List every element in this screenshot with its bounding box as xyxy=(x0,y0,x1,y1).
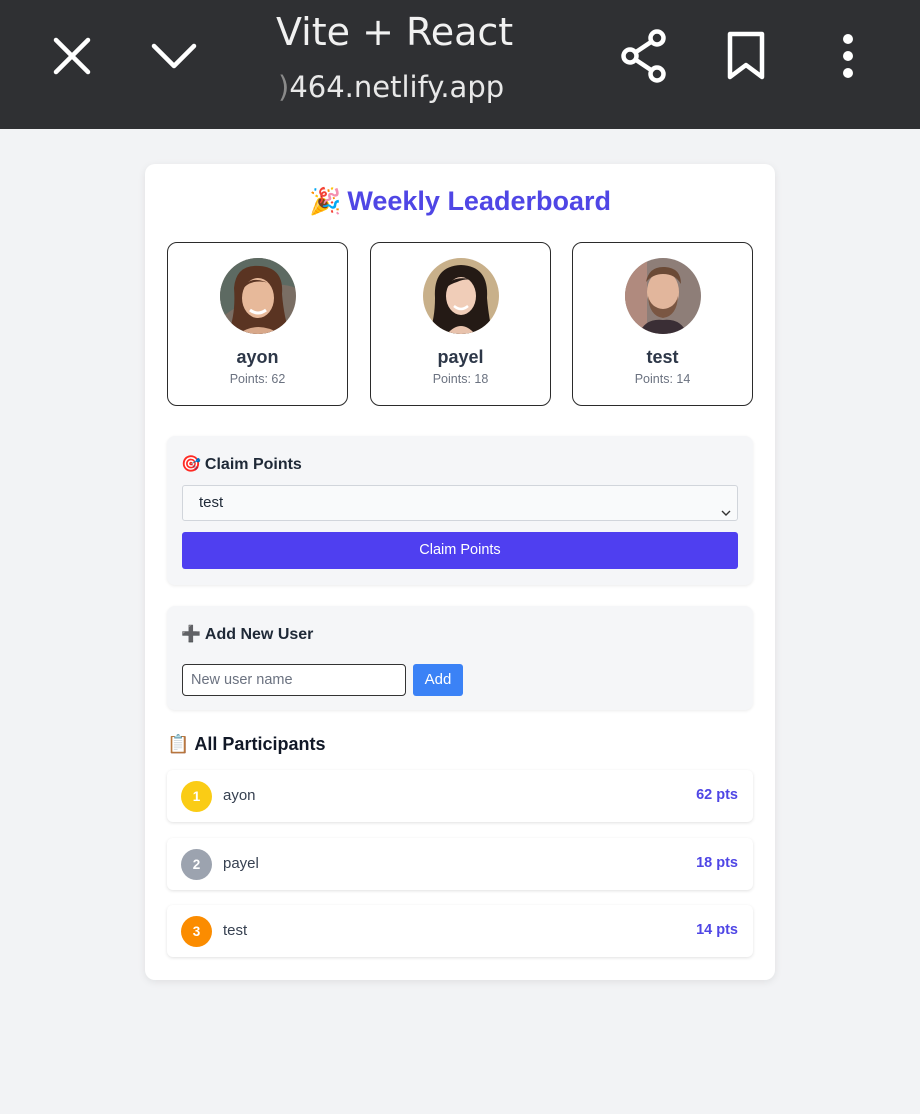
add-user-button[interactable]: Add xyxy=(413,664,463,696)
participants-title: 📋 All Participants xyxy=(167,734,326,754)
avatar xyxy=(220,258,296,334)
claim-points-title: 🎯 Claim Points xyxy=(181,456,302,473)
party-popper-icon: 🎉 xyxy=(309,186,342,216)
participant-name: ayon xyxy=(223,787,256,804)
rank-badge: 2 xyxy=(181,849,212,880)
more-options-icon[interactable] xyxy=(818,26,878,86)
page-title: Vite + React xyxy=(276,10,514,54)
add-user-title: ➕ Add New User xyxy=(181,626,314,643)
top-user-points: Points: 14 xyxy=(634,372,691,386)
heading-text: Weekly Leaderboard xyxy=(347,186,611,216)
claim-points-button[interactable]: Claim Points xyxy=(182,532,738,569)
participant-points: 18 pts xyxy=(696,855,738,871)
participant-row[interactable]: 2 payel 18 pts xyxy=(167,838,753,890)
top-user-card-1: ayon Points: 62 xyxy=(167,242,348,406)
plus-icon: ➕ xyxy=(181,626,201,643)
page-url[interactable]: )464.netlify.app xyxy=(278,70,504,104)
bookmark-icon[interactable] xyxy=(716,26,776,86)
top-user-points: Points: 62 xyxy=(229,372,286,386)
avatar xyxy=(423,258,499,334)
participant-points: 62 pts xyxy=(696,787,738,803)
browser-toolbar: Vite + React )464.netlify.app xyxy=(0,0,920,129)
rank-badge: 1 xyxy=(181,781,212,812)
claim-points-section: 🎯 Claim Points test Claim Points xyxy=(167,436,753,585)
add-user-section: ➕Add New User Add xyxy=(167,606,753,710)
avatar xyxy=(625,258,701,334)
top-user-card-3: test Points: 14 xyxy=(572,242,753,406)
rank-badge: 3 xyxy=(181,916,212,947)
chevron-down-icon[interactable] xyxy=(144,26,204,86)
participant-name: test xyxy=(223,922,248,939)
close-icon[interactable] xyxy=(42,26,102,86)
target-icon: 🎯 xyxy=(181,456,201,473)
share-icon[interactable] xyxy=(614,26,674,86)
participant-row[interactable]: 3 test 14 pts xyxy=(167,905,753,957)
chevron-down-icon xyxy=(721,497,731,531)
participant-points: 14 pts xyxy=(696,922,738,938)
top-user-card-2: payel Points: 18 xyxy=(370,242,551,406)
user-select[interactable]: test xyxy=(182,485,738,521)
top-user-name: test xyxy=(646,347,679,367)
participant-row[interactable]: 1 ayon 62 pts xyxy=(167,770,753,822)
page-heading: 🎉 Weekly Leaderboard xyxy=(145,186,775,217)
user-select-value: test xyxy=(199,494,224,511)
participant-name: payel xyxy=(223,855,259,872)
leaderboard-card: 🎉 Weekly Leaderboard ayon Points: 62 pay… xyxy=(145,164,775,980)
top-user-name: ayon xyxy=(236,347,279,367)
new-user-input[interactable] xyxy=(182,664,406,696)
top-user-points: Points: 18 xyxy=(432,372,489,386)
clipboard-icon: 📋 xyxy=(167,734,190,754)
top-user-name: payel xyxy=(437,347,484,367)
